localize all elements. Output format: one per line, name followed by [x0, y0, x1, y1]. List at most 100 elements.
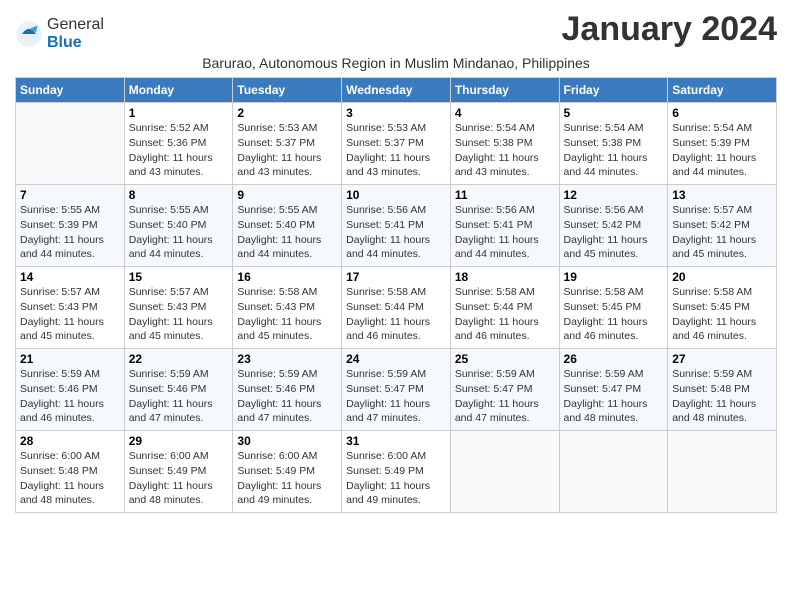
day-number: 21 — [20, 352, 120, 366]
calendar-day-cell: 31Sunrise: 6:00 AM Sunset: 5:49 PM Dayli… — [342, 431, 451, 513]
calendar-day-cell: 24Sunrise: 5:59 AM Sunset: 5:47 PM Dayli… — [342, 349, 451, 431]
weekday-header-cell: Sunday — [16, 78, 125, 103]
day-info: Sunrise: 5:52 AM Sunset: 5:36 PM Dayligh… — [129, 121, 229, 180]
day-number: 25 — [455, 352, 555, 366]
day-info: Sunrise: 5:59 AM Sunset: 5:46 PM Dayligh… — [129, 367, 229, 426]
day-info: Sunrise: 5:55 AM Sunset: 5:39 PM Dayligh… — [20, 203, 120, 262]
header: General Blue January 2024 — [15, 10, 777, 51]
day-info: Sunrise: 6:00 AM Sunset: 5:49 PM Dayligh… — [237, 449, 337, 508]
day-number: 28 — [20, 434, 120, 448]
day-info: Sunrise: 5:54 AM Sunset: 5:38 PM Dayligh… — [564, 121, 664, 180]
day-number: 5 — [564, 106, 664, 120]
day-number: 3 — [346, 106, 446, 120]
day-info: Sunrise: 5:59 AM Sunset: 5:47 PM Dayligh… — [564, 367, 664, 426]
weekday-header-cell: Tuesday — [233, 78, 342, 103]
day-info: Sunrise: 5:56 AM Sunset: 5:41 PM Dayligh… — [455, 203, 555, 262]
day-info: Sunrise: 5:58 AM Sunset: 5:43 PM Dayligh… — [237, 285, 337, 344]
day-info: Sunrise: 5:59 AM Sunset: 5:46 PM Dayligh… — [20, 367, 120, 426]
calendar-day-cell: 1Sunrise: 5:52 AM Sunset: 5:36 PM Daylig… — [124, 103, 233, 185]
day-info: Sunrise: 5:58 AM Sunset: 5:44 PM Dayligh… — [455, 285, 555, 344]
day-number: 1 — [129, 106, 229, 120]
calendar-day-cell: 16Sunrise: 5:58 AM Sunset: 5:43 PM Dayli… — [233, 267, 342, 349]
calendar-day-cell — [668, 431, 777, 513]
day-info: Sunrise: 5:56 AM Sunset: 5:42 PM Dayligh… — [564, 203, 664, 262]
calendar-week-row: 1Sunrise: 5:52 AM Sunset: 5:36 PM Daylig… — [16, 103, 777, 185]
day-number: 29 — [129, 434, 229, 448]
day-info: Sunrise: 5:59 AM Sunset: 5:47 PM Dayligh… — [455, 367, 555, 426]
calendar-day-cell: 23Sunrise: 5:59 AM Sunset: 5:46 PM Dayli… — [233, 349, 342, 431]
calendar-day-cell: 22Sunrise: 5:59 AM Sunset: 5:46 PM Dayli… — [124, 349, 233, 431]
day-info: Sunrise: 5:53 AM Sunset: 5:37 PM Dayligh… — [346, 121, 446, 180]
day-info: Sunrise: 5:59 AM Sunset: 5:47 PM Dayligh… — [346, 367, 446, 426]
day-info: Sunrise: 5:55 AM Sunset: 5:40 PM Dayligh… — [237, 203, 337, 262]
day-number: 10 — [346, 188, 446, 202]
weekday-header-cell: Monday — [124, 78, 233, 103]
day-info: Sunrise: 6:00 AM Sunset: 5:48 PM Dayligh… — [20, 449, 120, 508]
weekday-header-row: SundayMondayTuesdayWednesdayThursdayFrid… — [16, 78, 777, 103]
day-number: 13 — [672, 188, 772, 202]
calendar-day-cell: 6Sunrise: 5:54 AM Sunset: 5:39 PM Daylig… — [668, 103, 777, 185]
day-info: Sunrise: 5:59 AM Sunset: 5:46 PM Dayligh… — [237, 367, 337, 426]
calendar-day-cell — [559, 431, 668, 513]
day-number: 9 — [237, 188, 337, 202]
calendar-week-row: 7Sunrise: 5:55 AM Sunset: 5:39 PM Daylig… — [16, 185, 777, 267]
logo: General Blue — [15, 16, 104, 51]
calendar-day-cell — [16, 103, 125, 185]
calendar-day-cell: 30Sunrise: 6:00 AM Sunset: 5:49 PM Dayli… — [233, 431, 342, 513]
day-number: 22 — [129, 352, 229, 366]
day-number: 19 — [564, 270, 664, 284]
day-info: Sunrise: 5:58 AM Sunset: 5:44 PM Dayligh… — [346, 285, 446, 344]
day-info: Sunrise: 5:54 AM Sunset: 5:38 PM Dayligh… — [455, 121, 555, 180]
day-info: Sunrise: 5:53 AM Sunset: 5:37 PM Dayligh… — [237, 121, 337, 180]
calendar-day-cell: 19Sunrise: 5:58 AM Sunset: 5:45 PM Dayli… — [559, 267, 668, 349]
calendar-day-cell: 14Sunrise: 5:57 AM Sunset: 5:43 PM Dayli… — [16, 267, 125, 349]
calendar-day-cell: 28Sunrise: 6:00 AM Sunset: 5:48 PM Dayli… — [16, 431, 125, 513]
calendar-day-cell: 8Sunrise: 5:55 AM Sunset: 5:40 PM Daylig… — [124, 185, 233, 267]
day-info: Sunrise: 5:59 AM Sunset: 5:48 PM Dayligh… — [672, 367, 772, 426]
logo-general: General — [47, 16, 104, 34]
calendar-day-cell: 25Sunrise: 5:59 AM Sunset: 5:47 PM Dayli… — [450, 349, 559, 431]
calendar-day-cell: 7Sunrise: 5:55 AM Sunset: 5:39 PM Daylig… — [16, 185, 125, 267]
weekday-header-cell: Saturday — [668, 78, 777, 103]
calendar-week-row: 14Sunrise: 5:57 AM Sunset: 5:43 PM Dayli… — [16, 267, 777, 349]
calendar-day-cell: 2Sunrise: 5:53 AM Sunset: 5:37 PM Daylig… — [233, 103, 342, 185]
day-number: 18 — [455, 270, 555, 284]
calendar-day-cell: 11Sunrise: 5:56 AM Sunset: 5:41 PM Dayli… — [450, 185, 559, 267]
calendar-day-cell: 18Sunrise: 5:58 AM Sunset: 5:44 PM Dayli… — [450, 267, 559, 349]
day-number: 11 — [455, 188, 555, 202]
day-number: 30 — [237, 434, 337, 448]
day-number: 16 — [237, 270, 337, 284]
logo-blue: Blue — [47, 34, 104, 52]
day-number: 8 — [129, 188, 229, 202]
calendar-day-cell: 20Sunrise: 5:58 AM Sunset: 5:45 PM Dayli… — [668, 267, 777, 349]
subtitle: Barurao, Autonomous Region in Muslim Min… — [15, 55, 777, 71]
day-number: 26 — [564, 352, 664, 366]
calendar-day-cell: 5Sunrise: 5:54 AM Sunset: 5:38 PM Daylig… — [559, 103, 668, 185]
day-info: Sunrise: 5:57 AM Sunset: 5:42 PM Dayligh… — [672, 203, 772, 262]
calendar-day-cell: 29Sunrise: 6:00 AM Sunset: 5:49 PM Dayli… — [124, 431, 233, 513]
calendar-day-cell: 13Sunrise: 5:57 AM Sunset: 5:42 PM Dayli… — [668, 185, 777, 267]
day-number: 12 — [564, 188, 664, 202]
logo-text: General Blue — [47, 16, 104, 51]
day-number: 20 — [672, 270, 772, 284]
calendar-day-cell: 12Sunrise: 5:56 AM Sunset: 5:42 PM Dayli… — [559, 185, 668, 267]
day-info: Sunrise: 5:57 AM Sunset: 5:43 PM Dayligh… — [20, 285, 120, 344]
day-number: 6 — [672, 106, 772, 120]
day-info: Sunrise: 5:56 AM Sunset: 5:41 PM Dayligh… — [346, 203, 446, 262]
calendar-day-cell: 27Sunrise: 5:59 AM Sunset: 5:48 PM Dayli… — [668, 349, 777, 431]
weekday-header-cell: Wednesday — [342, 78, 451, 103]
calendar-table: SundayMondayTuesdayWednesdayThursdayFrid… — [15, 77, 777, 513]
day-info: Sunrise: 5:58 AM Sunset: 5:45 PM Dayligh… — [564, 285, 664, 344]
day-number: 14 — [20, 270, 120, 284]
calendar-day-cell: 26Sunrise: 5:59 AM Sunset: 5:47 PM Dayli… — [559, 349, 668, 431]
day-number: 15 — [129, 270, 229, 284]
calendar-day-cell: 4Sunrise: 5:54 AM Sunset: 5:38 PM Daylig… — [450, 103, 559, 185]
calendar-day-cell: 3Sunrise: 5:53 AM Sunset: 5:37 PM Daylig… — [342, 103, 451, 185]
day-info: Sunrise: 5:54 AM Sunset: 5:39 PM Dayligh… — [672, 121, 772, 180]
day-info: Sunrise: 5:57 AM Sunset: 5:43 PM Dayligh… — [129, 285, 229, 344]
day-info: Sunrise: 6:00 AM Sunset: 5:49 PM Dayligh… — [129, 449, 229, 508]
day-info: Sunrise: 5:55 AM Sunset: 5:40 PM Dayligh… — [129, 203, 229, 262]
calendar-body: 1Sunrise: 5:52 AM Sunset: 5:36 PM Daylig… — [16, 103, 777, 513]
day-number: 27 — [672, 352, 772, 366]
calendar-day-cell: 17Sunrise: 5:58 AM Sunset: 5:44 PM Dayli… — [342, 267, 451, 349]
